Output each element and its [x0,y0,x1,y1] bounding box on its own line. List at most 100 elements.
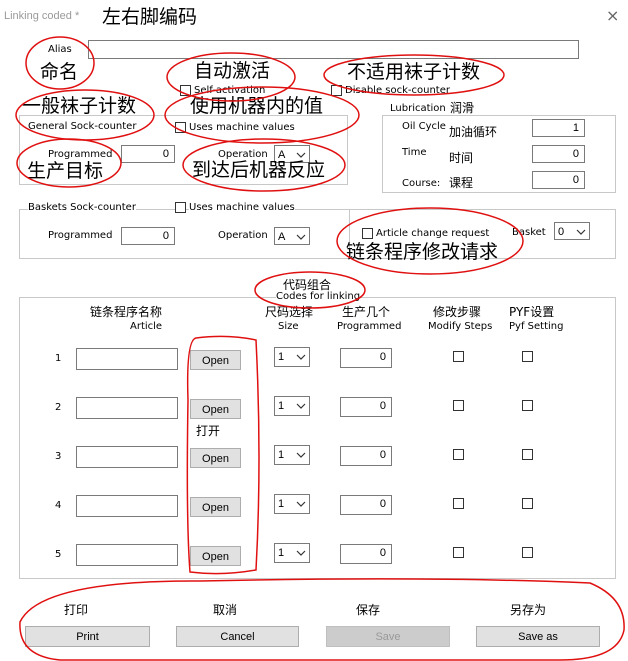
article-change-checkbox[interactable] [362,228,373,239]
programmed-note: 生产目标 [27,160,104,182]
open-button[interactable]: Open [190,448,241,468]
row-programmed-input[interactable]: 0 [340,446,392,466]
baskets-operation-select[interactable]: A [274,227,310,245]
header-modify: Modify Steps [428,321,493,332]
pyf-setting-checkbox[interactable] [522,449,533,460]
saveas-button[interactable]: Save as [476,626,600,647]
baskets-operation-label: Operation [218,230,268,241]
article-input[interactable] [76,446,178,468]
codes-label-note: 代码组合 [283,278,332,292]
baskets-uses-machine-checkbox[interactable] [175,202,186,213]
uses-machine-values-label: Uses machine values [189,122,295,133]
chevron-down-icon [576,229,586,235]
modify-steps-checkbox[interactable] [453,449,464,460]
uses-machine-values-checkbox[interactable] [175,122,186,133]
basket-label: Basket [512,227,546,238]
print-note: 打印 [64,603,89,617]
codes-label: Codes for linking [276,291,361,302]
row-programmed-input[interactable]: 0 [340,397,392,417]
disable-sock-note: 不适用袜子计数 [347,61,481,83]
cancel-note: 取消 [213,603,238,617]
programmed-input[interactable]: 0 [121,145,175,163]
row-number: 4 [55,500,62,511]
course-input[interactable]: 0 [532,171,585,189]
header-pyf-note: PYF设置 [509,305,555,319]
size-value: 1 [278,400,285,412]
self-activation-note: 自动激活 [194,60,271,82]
open-button[interactable]: Open [190,350,241,370]
window-title-note: 左右脚编码 [102,6,198,28]
course-note: 课程 [449,176,474,190]
lubrication-note: 润滑 [450,101,475,115]
header-size-note: 尺码选择 [265,305,314,319]
size-select[interactable]: 1 [274,543,310,563]
row-number: 2 [55,402,62,413]
modify-steps-checkbox[interactable] [453,351,464,362]
basket-value: 0 [558,226,565,238]
chevron-down-icon [296,501,306,507]
article-input[interactable] [76,544,178,566]
size-select[interactable]: 1 [274,347,310,367]
lubrication-label: Lubrication [390,103,446,114]
chevron-down-icon [296,550,306,556]
modify-steps-checkbox[interactable] [453,547,464,558]
save-button[interactable]: Save [326,626,450,647]
annotation-footer [19,578,625,661]
open-button[interactable]: Open [190,399,241,419]
row-programmed-input[interactable]: 0 [340,495,392,515]
row-number: 5 [55,549,62,560]
baskets-operation-value: A [278,231,286,243]
size-value: 1 [278,351,285,363]
pyf-setting-checkbox[interactable] [522,498,533,509]
size-select[interactable]: 1 [274,445,310,465]
chevron-down-icon [296,403,306,409]
article-input[interactable] [76,397,178,419]
oil-cycle-note: 加油循环 [449,125,498,139]
time-input[interactable]: 0 [532,145,585,163]
open-note: 打开 [196,424,221,438]
uses-machine-values-note: 使用机器内的值 [190,95,324,117]
disable-sock-label: Disable sock-counter [345,85,450,96]
chevron-down-icon [296,452,306,458]
chevron-down-icon [296,234,306,240]
codes-group [19,297,616,579]
modify-steps-checkbox[interactable] [453,400,464,411]
print-button[interactable]: Print [25,626,150,647]
size-value: 1 [278,449,285,461]
close-icon[interactable]: × [606,8,619,24]
pyf-setting-checkbox[interactable] [522,351,533,362]
general-sock-counter-note: 一般袜子计数 [22,95,137,117]
row-number: 1 [55,353,62,364]
oil-cycle-input[interactable]: 1 [532,119,585,137]
basket-select[interactable]: 0 [554,222,590,240]
open-button[interactable]: Open [190,546,241,566]
oil-cycle-label: Oil Cycle [402,121,446,132]
article-change-label: Article change request [376,228,490,239]
header-article: Article [130,321,163,332]
baskets-uses-machine-label: Uses machine values [189,202,295,213]
saveas-note: 另存为 [510,603,547,617]
size-value: 1 [278,547,285,559]
pyf-setting-checkbox[interactable] [522,547,533,558]
disable-sock-checkbox[interactable] [331,85,342,96]
row-programmed-input[interactable]: 0 [340,544,392,564]
alias-note: 命名 [40,61,79,83]
alias-label: Alias [48,44,72,55]
alias-input[interactable] [88,40,579,59]
baskets-programmed-input[interactable]: 0 [121,227,175,245]
pyf-setting-checkbox[interactable] [522,400,533,411]
header-pyf: Pyf Setting [509,321,564,332]
course-label: Course: [402,178,441,189]
time-note: 时间 [449,151,474,165]
row-programmed-input[interactable]: 0 [340,348,392,368]
article-change-note: 链条程序修改请求 [346,241,499,263]
open-button[interactable]: Open [190,497,241,517]
article-input[interactable] [76,348,178,370]
size-select[interactable]: 1 [274,396,310,416]
modify-steps-checkbox[interactable] [453,498,464,509]
cancel-button[interactable]: Cancel [176,626,299,647]
general-sock-counter-label: General Sock-counter [28,121,137,132]
article-input[interactable] [76,495,178,517]
size-select[interactable]: 1 [274,494,310,514]
header-size: Size [278,321,299,332]
